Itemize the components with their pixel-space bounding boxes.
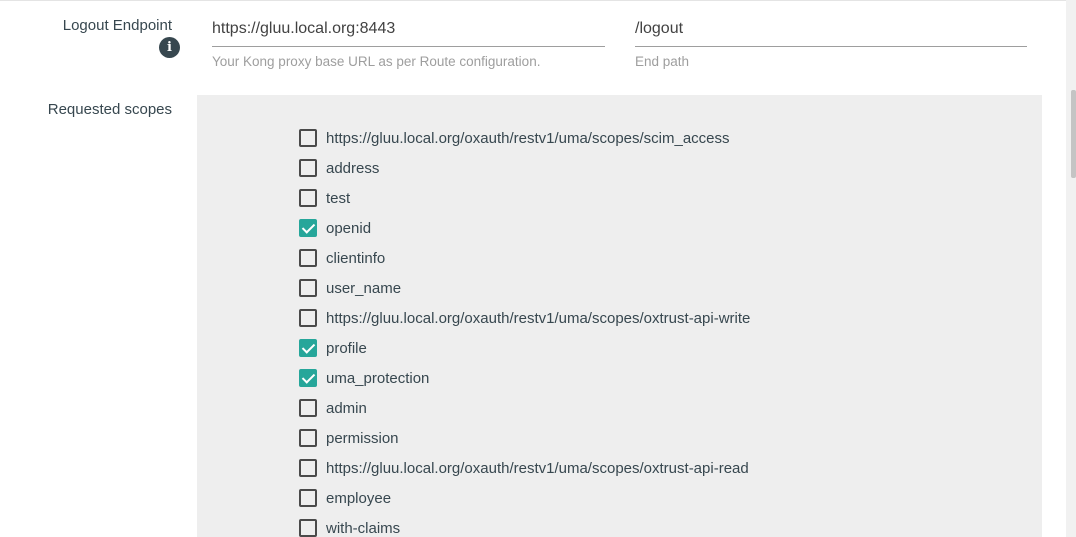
base-url-input[interactable] [212, 15, 605, 43]
scope-item[interactable]: employee [299, 483, 750, 513]
scope-checkbox[interactable] [299, 219, 317, 237]
scope-checkbox[interactable] [299, 129, 317, 147]
scope-checkbox[interactable] [299, 429, 317, 447]
scope-label: employee [326, 489, 392, 507]
scope-item[interactable]: clientinfo [299, 243, 750, 273]
end-path-input[interactable] [635, 15, 1027, 43]
scope-label: with-claims [326, 519, 401, 537]
scope-label: address [326, 159, 380, 177]
scope-item[interactable]: test [299, 183, 750, 213]
scope-checkbox[interactable] [299, 279, 317, 297]
scopes-panel: https://gluu.local.org/oxauth/restv1/uma… [197, 95, 1042, 537]
form-card: Logout Endpoint i Your Kong proxy base U… [0, 0, 1066, 537]
scope-item[interactable]: https://gluu.local.org/oxauth/restv1/uma… [299, 303, 750, 333]
scope-label: user_name [326, 279, 402, 297]
scope-item[interactable]: uma_protection [299, 363, 750, 393]
scope-item[interactable]: permission [299, 423, 750, 453]
scope-checkbox[interactable] [299, 519, 317, 537]
scrollbar-track[interactable] [1066, 0, 1076, 537]
scope-item[interactable]: https://gluu.local.org/oxauth/restv1/uma… [299, 453, 750, 483]
page: Logout Endpoint i Your Kong proxy base U… [0, 0, 1076, 537]
info-icon[interactable]: i [159, 37, 180, 58]
scope-item[interactable]: admin [299, 393, 750, 423]
scope-checkbox[interactable] [299, 189, 317, 207]
scope-item[interactable]: with-claims [299, 513, 750, 537]
base-url-helper-text: Your Kong proxy base URL as per Route co… [212, 54, 541, 69]
base-url-field[interactable] [212, 15, 605, 47]
scope-label: clientinfo [326, 249, 386, 267]
scope-checkbox[interactable] [299, 309, 317, 327]
scope-label: permission [326, 429, 399, 447]
scope-item[interactable]: address [299, 153, 750, 183]
scope-checkbox[interactable] [299, 339, 317, 357]
logout-endpoint-label: Logout Endpoint [62, 17, 172, 34]
scope-label: openid [326, 219, 372, 237]
requested-scopes-label: Requested scopes [47, 101, 172, 118]
scope-checkbox[interactable] [299, 369, 317, 387]
scope-list: https://gluu.local.org/oxauth/restv1/uma… [299, 123, 750, 537]
scope-label: admin [326, 399, 367, 417]
end-path-field[interactable] [635, 15, 1027, 47]
scope-checkbox[interactable] [299, 489, 317, 507]
scope-item[interactable]: user_name [299, 273, 750, 303]
scope-checkbox[interactable] [299, 159, 317, 177]
scope-item[interactable]: https://gluu.local.org/oxauth/restv1/uma… [299, 123, 750, 153]
scope-item[interactable]: profile [299, 333, 750, 363]
scope-label: test [326, 189, 351, 207]
scope-item[interactable]: openid [299, 213, 750, 243]
scope-label: https://gluu.local.org/oxauth/restv1/uma… [326, 309, 751, 327]
scope-label: https://gluu.local.org/oxauth/restv1/uma… [326, 459, 749, 477]
scrollbar-thumb[interactable] [1071, 90, 1076, 178]
end-path-helper-text: End path [635, 54, 690, 69]
scope-checkbox[interactable] [299, 459, 317, 477]
scope-checkbox[interactable] [299, 399, 317, 417]
scope-label: profile [326, 339, 367, 357]
scope-label: uma_protection [326, 369, 430, 387]
scope-checkbox[interactable] [299, 249, 317, 267]
scope-label: https://gluu.local.org/oxauth/restv1/uma… [326, 129, 730, 147]
